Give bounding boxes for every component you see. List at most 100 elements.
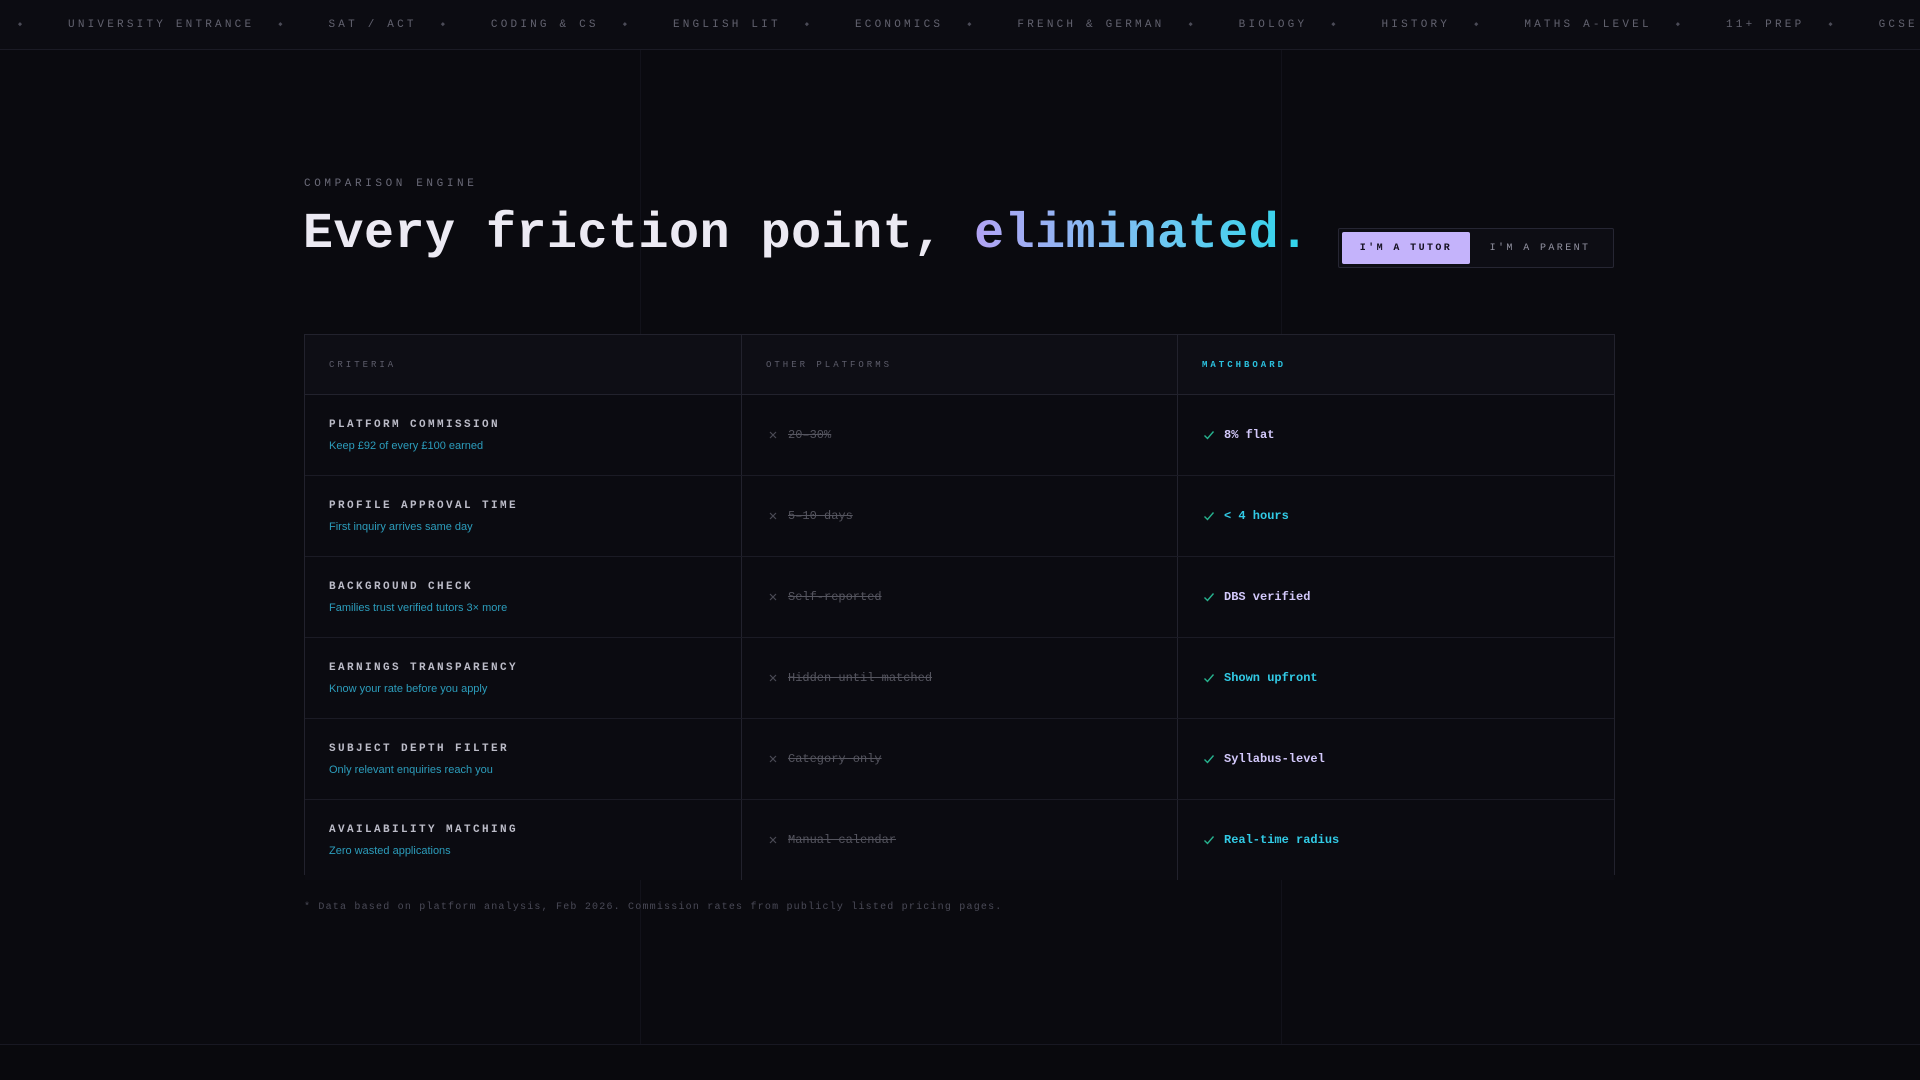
marquee-item: MATHS A-LEVEL ◆ (1524, 19, 1726, 31)
marquee-item: BIOLOGY ◆ (1239, 19, 1382, 31)
matchboard-value-wrap: DBS verified (1202, 590, 1614, 604)
other-platform-value: Category only (788, 752, 882, 766)
marquee-item: 11+ PREP ◆ (1726, 19, 1879, 31)
matchboard-cell: Shown upfront (1178, 638, 1614, 718)
comparison-table: CRITERIA OTHER PLATFORMS MATCHBOARD PLAT… (304, 334, 1615, 880)
criteria-name: BACKGROUND CHECK (329, 580, 474, 593)
marquee-item: FRENCH & GERMAN ◆ (1017, 19, 1238, 31)
matchboard-value: 8% flat (1224, 428, 1275, 442)
page: A◆UNIVERSITY ENTRANCE◆SAT / ACT◆CODING &… (0, 0, 1920, 1080)
cross-icon (769, 674, 777, 682)
diamond-separator-icon: ◆ (804, 21, 809, 29)
criteria-benefit: Know your rate before you apply (329, 682, 488, 695)
other-platform-value: 5–10 days (788, 509, 853, 523)
marquee-item: GCSE CHEMISTRY (1879, 19, 1920, 31)
marquee-item-label: HISTORY (1381, 18, 1451, 31)
check-icon (1204, 431, 1215, 440)
other-value-wrap: Self-reported (766, 590, 1177, 604)
headline-accent: eliminated. (974, 206, 1310, 263)
table-row: PLATFORM COMMISSION Keep £92 of every £10… (305, 395, 1614, 476)
marquee-item: CODING & CS ◆ (491, 19, 673, 31)
marquee-item-label: FRENCH & GERMAN (1017, 18, 1165, 31)
other-platforms-cell: Manual calendar (742, 800, 1178, 880)
audience-toggle: I'M A TUTOR I'M A PARENT (1338, 228, 1614, 268)
matchboard-cell: < 4 hours (1178, 476, 1614, 556)
table-row: PROFILE APPROVAL TIME First inquiry arriv… (305, 476, 1614, 557)
other-platform-value: Hidden until matched (788, 671, 933, 685)
other-platforms-cell: Hidden until matched (742, 638, 1178, 718)
subject-marquee: A◆UNIVERSITY ENTRANCE◆SAT / ACT◆CODING &… (0, 0, 1920, 50)
other-platforms-cell: 5–10 days (742, 476, 1178, 556)
diamond-separator-icon: ◆ (440, 21, 445, 29)
other-platforms-cell: 20–30% (742, 395, 1178, 475)
cross-icon (769, 755, 777, 763)
criteria-benefit: Only relevant enquiries reach you (329, 763, 493, 776)
marquee-item: SAT / ACT ◆ (328, 19, 490, 31)
diamond-separator-icon: ◆ (1828, 21, 1833, 29)
cross-icon (769, 431, 777, 439)
other-platforms-cell: Self-reported (742, 557, 1178, 637)
criteria-benefit: Zero wasted applications (329, 844, 451, 857)
marquee-item: ENGLISH LIT ◆ (673, 19, 855, 31)
matchboard-value-wrap: Syllabus-level (1202, 752, 1614, 766)
footnote: * Data based on platform analysis, Feb 2… (304, 902, 1003, 913)
marquee-item-label: ECONOMICS (854, 18, 944, 31)
parent-toggle-button[interactable]: I'M A PARENT (1470, 232, 1610, 264)
criteria-benefit: Keep £92 of every £100 earned (329, 439, 484, 452)
tutor-toggle-button[interactable]: I'M A TUTOR (1342, 232, 1470, 264)
matchboard-value-wrap: Real-time radius (1202, 833, 1614, 847)
matchboard-cell: 8% flat (1178, 395, 1614, 475)
criteria-cell: PLATFORM COMMISSION Keep £92 of every £10… (305, 395, 742, 475)
marquee-item-label: CODING & CS (490, 18, 599, 31)
matchboard-value-wrap: 8% flat (1202, 428, 1614, 442)
page-title: Every friction point, eliminated. (303, 206, 1310, 263)
marquee-item: A◆ (0, 19, 68, 31)
diamond-separator-icon: ◆ (622, 21, 627, 29)
other-platform-value: 20–30% (788, 428, 832, 442)
other-value-wrap: Hidden until matched (766, 671, 1177, 685)
header-other-platforms: OTHER PLATFORMS (742, 335, 1178, 394)
diamond-separator-icon: ◆ (967, 21, 972, 29)
criteria-name: PLATFORM COMMISSION (329, 418, 501, 431)
criteria-cell: PROFILE APPROVAL TIME First inquiry arriv… (305, 476, 742, 556)
cross-icon (769, 512, 777, 520)
diamond-separator-icon: ◆ (1188, 21, 1193, 29)
diamond-separator-icon: ◆ (1474, 21, 1479, 29)
marquee-item-label: ENGLISH LIT (672, 18, 781, 31)
marquee-item-label: MATHS A-LEVEL (1524, 18, 1652, 31)
criteria-name: PROFILE APPROVAL TIME (329, 499, 519, 512)
diamond-separator-icon: ◆ (17, 21, 23, 29)
marquee-item-label: SAT / ACT (328, 18, 417, 31)
bottom-bar (0, 1044, 1920, 1080)
other-platform-value: Manual calendar (788, 833, 897, 847)
diamond-separator-icon: ◆ (1675, 21, 1680, 29)
check-icon (1204, 674, 1215, 683)
criteria-name: EARNINGS TRANSPARENCY (329, 661, 519, 674)
criteria-cell: EARNINGS TRANSPARENCY Know your rate befo… (305, 638, 742, 718)
criteria-cell: BACKGROUND CHECK Families trust verified … (305, 557, 742, 637)
marquee-item-label: GCSE CHEMISTRY (1878, 18, 1920, 31)
other-value-wrap: Category only (766, 752, 1177, 766)
matchboard-value: Real-time radius (1224, 833, 1340, 847)
marquee-track: A◆UNIVERSITY ENTRANCE◆SAT / ACT◆CODING &… (0, 0, 1920, 49)
other-platform-value: Self-reported (788, 590, 882, 604)
criteria-cell: SUBJECT DEPTH FILTER Only relevant enquir… (305, 719, 742, 799)
table-row: BACKGROUND CHECK Families trust verified … (305, 557, 1614, 638)
table-row: SUBJECT DEPTH FILTER Only relevant enquir… (305, 719, 1614, 800)
matchboard-cell: Real-time radius (1178, 800, 1614, 880)
marquee-item-label: UNIVERSITY ENTRANCE (68, 18, 255, 31)
marquee-item: ECONOMICS ◆ (855, 19, 1017, 31)
header-criteria: CRITERIA (305, 335, 742, 394)
table-header: CRITERIA OTHER PLATFORMS MATCHBOARD (305, 335, 1614, 395)
table-body: PLATFORM COMMISSION Keep £92 of every £10… (305, 395, 1614, 880)
check-icon (1204, 755, 1215, 764)
other-value-wrap: 5–10 days (766, 509, 1177, 523)
header-matchboard: MATCHBOARD (1202, 359, 1287, 370)
diamond-separator-icon: ◆ (278, 21, 283, 29)
criteria-cell: AVAILABILITY MATCHING Zero wasted applica… (305, 800, 742, 880)
check-icon (1204, 512, 1215, 521)
matchboard-value-wrap: < 4 hours (1202, 509, 1614, 523)
matchboard-value: Syllabus-level (1224, 752, 1325, 766)
criteria-name: SUBJECT DEPTH FILTER (329, 742, 510, 755)
cross-icon (769, 836, 777, 844)
